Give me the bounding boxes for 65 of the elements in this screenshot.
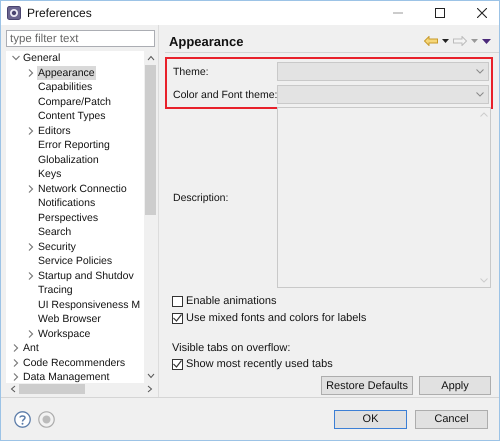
chevron-icon[interactable] [12,373,20,382]
chevron-icon [476,69,484,74]
close-icon[interactable] [477,8,487,18]
dialog-button[interactable]: Apply [419,376,491,395]
checkbox[interactable] [172,296,183,306]
filter-field[interactable]: type filter text [6,30,155,47]
tree-item[interactable]: Tracing [37,283,74,298]
scroll-left-icon[interactable] [10,385,16,393]
scroll-right-icon[interactable] [147,385,153,393]
dialog-button[interactable]: Cancel [415,410,488,428]
checkbox-label[interactable]: Show most recently used tabs [186,358,333,370]
field-label: Theme: [173,66,210,78]
chevron-icon[interactable] [12,358,20,367]
tree-item[interactable]: Service Policies [37,254,114,268]
window-title: Preferences [27,6,92,20]
view-menu-icon[interactable] [482,38,491,44]
checkbox[interactable] [172,358,183,370]
tree-item[interactable]: Perspectives [37,210,100,225]
tree-item[interactable]: Startup and Shutdov [37,268,135,283]
tree-item[interactable]: Security [37,240,77,254]
scroll-down-icon[interactable] [146,373,154,379]
tree-item[interactable]: General [22,51,62,66]
dialog-button[interactable]: OK [334,410,407,428]
chevron-icon[interactable] [12,344,20,352]
maximize-icon[interactable] [435,8,445,18]
tree-item[interactable]: Ant [22,341,40,356]
scroll-down-icon [480,278,488,283]
checkbox[interactable] [172,312,183,324]
chevron-icon[interactable] [12,54,20,62]
tree-item[interactable]: Search [37,225,72,240]
tree-item[interactable]: Notifications [37,196,96,210]
tree-item[interactable]: Capabilities [37,80,94,94]
tree-item[interactable]: Workspace [37,326,92,341]
chevron-icon[interactable] [27,272,35,280]
app-icon [7,6,21,20]
chevron-icon[interactable] [27,184,35,193]
section-label: Visible tabs on overflow: [172,342,292,354]
chevron-icon[interactable] [27,68,35,77]
horizontal-scrollbar[interactable] [6,383,157,395]
dialog-button[interactable]: Restore Defaults [321,376,413,395]
tree-item[interactable]: Code Recommenders [22,356,126,370]
checkbox-label[interactable]: Enable animations [186,295,277,307]
chevron-icon[interactable] [27,126,35,135]
tree-item[interactable]: Network Connectio [37,182,128,196]
scroll-up-icon [480,112,488,117]
tree-item[interactable]: Keys [37,167,62,182]
tree-item[interactable]: Globalization [37,152,100,167]
tree-item[interactable]: Web Browser [37,312,102,326]
tree-item[interactable]: Editors [37,124,72,138]
tree-item[interactable]: Compare/Patch [37,94,112,109]
tree-item[interactable]: Appearance [37,66,96,80]
tree-item[interactable]: UI Responsiveness M [37,298,142,312]
field-label: Description: [173,192,230,204]
scroll-up-icon[interactable] [146,55,154,61]
chevron-icon[interactable] [27,330,35,338]
chevron-icon[interactable] [27,242,35,251]
tree-item[interactable]: Data Management [22,370,110,383]
dropdown-caret-icon[interactable] [442,39,449,43]
chevron-icon [476,92,484,97]
help-icon[interactable] [14,410,31,428]
tree-item[interactable]: Error Reporting [37,138,111,152]
tree-item[interactable]: Content Types [37,109,107,124]
field-label: Color and Font theme: [173,88,277,100]
checkbox-label[interactable]: Use mixed fonts and colors for labels [186,312,366,324]
page-title: Appearance [169,34,244,48]
